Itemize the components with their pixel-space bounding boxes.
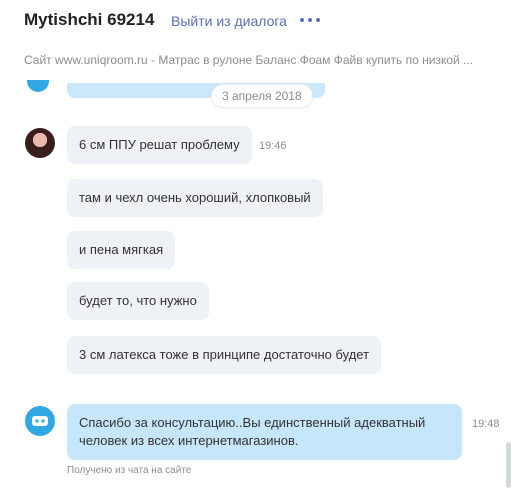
message-bubble: там и чехл очень хороший, хлопковый — [67, 179, 323, 217]
message-source-caption: Получено из чата на сайте — [67, 465, 192, 476]
message-bubble: и пена мягкая — [67, 231, 176, 269]
message-text: 3 см латекса тоже в принципе достаточно … — [79, 347, 370, 362]
message-text: Спасибо за консультацию..Вы единственный… — [79, 415, 426, 448]
avatar[interactable] — [25, 128, 55, 158]
message-bubble: 3 см латекса тоже в принципе достаточно … — [67, 336, 382, 374]
avatar — [27, 80, 49, 92]
scrollbar[interactable] — [506, 442, 511, 488]
message-feed[interactable]: 3 апреля 2018 6 см ППУ решат проблему 19… — [0, 70, 515, 488]
leave-dialog-link[interactable]: Выйти из диалога — [171, 13, 287, 29]
message-bubble: 6 см ППУ решат проблему — [67, 126, 252, 164]
chat-bot-icon[interactable] — [25, 406, 55, 436]
date-separator: 3 апреля 2018 — [211, 84, 313, 108]
message-text: будет то, что нужно — [79, 293, 197, 308]
reply-bubble: Спасибо за консультацию..Вы единственный… — [67, 404, 462, 460]
dialog-header: Mytishchi 69214 Выйти из диалога — [0, 0, 515, 42]
message-time: 19:46 — [259, 140, 287, 152]
message-bubble: будет то, что нужно — [67, 282, 209, 320]
dialog-title: Mytishchi 69214 — [24, 10, 155, 29]
message-text: и пена мягкая — [79, 242, 164, 257]
message-text: там и чехл очень хороший, хлопковый — [79, 190, 311, 205]
dialog-source: Сайт www.uniqroom.ru - Матрас в рулоне Б… — [24, 53, 474, 67]
more-icon[interactable] — [300, 18, 320, 24]
message-time: 19:48 — [472, 418, 500, 430]
message-text: 6 см ППУ решат проблему — [79, 137, 240, 152]
